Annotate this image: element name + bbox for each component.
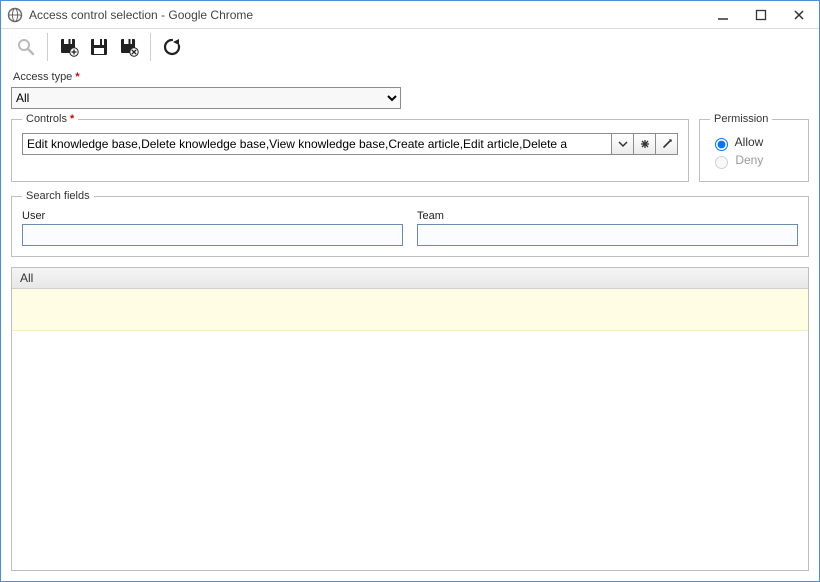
asterisk-icon <box>640 139 650 149</box>
minimize-button[interactable] <box>713 5 733 25</box>
controls-input[interactable] <box>22 133 612 155</box>
maximize-button[interactable] <box>751 5 771 25</box>
search-team-col: Team <box>417 210 798 246</box>
controls-legend-text: Controls <box>26 113 67 125</box>
search-user-col: User <box>22 210 403 246</box>
refresh-button[interactable] <box>157 32 187 62</box>
search-user-label: User <box>22 210 403 222</box>
titlebar: Access control selection - Google Chrome <box>1 1 819 29</box>
close-button[interactable] <box>789 5 809 25</box>
access-type-label-row: Access type * <box>11 71 809 83</box>
permission-deny: Deny <box>710 153 798 169</box>
permission-deny-radio <box>715 156 728 169</box>
save-button[interactable] <box>84 32 114 62</box>
window-controls <box>713 5 809 25</box>
results-highlight-row[interactable] <box>12 289 808 331</box>
chevron-down-icon <box>618 139 628 149</box>
save-add-icon <box>59 37 79 57</box>
search-icon <box>16 37 36 57</box>
content: Access type * All Controls * <box>1 65 819 581</box>
window: Access control selection - Google Chrome <box>0 0 820 582</box>
wand-icon <box>661 138 673 150</box>
separator-icon <box>150 33 151 61</box>
permission-legend: Permission <box>710 113 772 125</box>
search-fields-fieldset: Search fields User Team <box>11 190 809 257</box>
search-button[interactable] <box>11 32 41 62</box>
search-user-input[interactable] <box>22 224 403 246</box>
save-icon <box>89 37 109 57</box>
permission-fieldset: Permission Allow Deny <box>699 113 809 182</box>
permission-deny-label: Deny <box>735 153 763 167</box>
access-type-label: Access type <box>13 71 72 83</box>
controls-dropdown-button[interactable] <box>612 133 634 155</box>
controls-line <box>22 133 678 155</box>
separator-icon <box>47 33 48 61</box>
results-header[interactable]: All <box>12 268 808 289</box>
controls-wand-button[interactable] <box>656 133 678 155</box>
toolbar <box>1 29 819 65</box>
required-icon: * <box>75 71 79 83</box>
required-icon: * <box>70 113 74 125</box>
save-close-button[interactable] <box>114 32 144 62</box>
save-add-button[interactable] <box>54 32 84 62</box>
results-panel: All <box>11 267 809 571</box>
refresh-icon <box>162 37 182 57</box>
search-team-label: Team <box>417 210 798 222</box>
results-body <box>12 331 808 570</box>
controls-legend: Controls * <box>22 113 78 125</box>
globe-icon <box>7 7 23 23</box>
controls-asterisk-button[interactable] <box>634 133 656 155</box>
permission-allow-label: Allow <box>735 135 764 149</box>
search-fields-legend: Search fields <box>22 190 94 202</box>
permission-allow-radio[interactable] <box>715 138 728 151</box>
window-title: Access control selection - Google Chrome <box>29 8 707 22</box>
search-team-input[interactable] <box>417 224 798 246</box>
save-close-icon <box>119 37 139 57</box>
permission-allow[interactable]: Allow <box>710 135 798 151</box>
access-type-select[interactable]: All <box>11 87 401 109</box>
controls-fieldset: Controls * <box>11 113 689 182</box>
